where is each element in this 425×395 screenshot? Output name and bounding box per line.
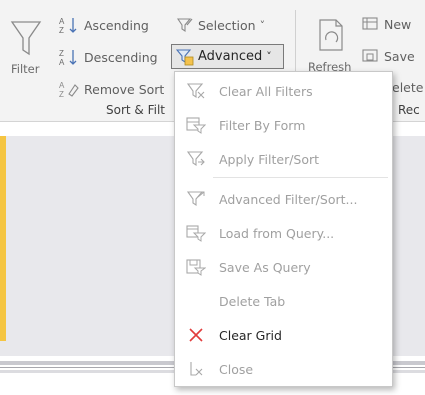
refresh-icon — [319, 19, 343, 51]
refresh-button[interactable]: Refresh — [306, 16, 354, 78]
advanced-button[interactable]: Advanced ˅ — [171, 44, 284, 69]
save-label: Save — [384, 48, 415, 64]
svg-text:Z: Z — [59, 90, 64, 98]
menu-item-label: Close — [219, 361, 254, 377]
new-record-button[interactable]: New — [362, 16, 411, 32]
menu-item-label: Load from Query... — [219, 225, 335, 241]
svg-text:Z: Z — [59, 49, 64, 58]
chevron-down-icon: ˅ — [266, 50, 272, 63]
sort-descending-icon: Z A — [59, 49, 77, 66]
new-record-icon — [362, 17, 378, 30]
filter-by-form-icon — [186, 117, 206, 134]
sort-ascending-icon: A Z — [59, 17, 77, 34]
svg-text:Z: Z — [59, 26, 64, 34]
selection-button[interactable]: Selection ˅ — [176, 16, 265, 34]
menu-separator — [213, 177, 388, 178]
menu-item-label: Delete Tab — [219, 293, 286, 309]
descending-button[interactable]: Z A Descending — [58, 48, 158, 66]
menu-item-label: Apply Filter/Sort — [219, 151, 320, 167]
load-query-icon — [186, 225, 206, 242]
descending-label: Descending — [84, 49, 158, 65]
filter-label: Filter — [11, 62, 40, 76]
menu-item-load-from-query[interactable]: Load from Query... — [175, 218, 392, 248]
filter-button[interactable]: Filter — [8, 18, 44, 88]
advanced-dropdown-menu: Clear All Filters Filter By Form Apply F… — [174, 71, 393, 387]
menu-item-filter-by-form[interactable]: Filter By Form — [175, 110, 392, 140]
save-record-button[interactable]: Save — [362, 48, 415, 64]
selection-label: Selection — [198, 17, 256, 33]
menu-item-close[interactable]: Close — [175, 354, 392, 384]
clear-filters-icon — [186, 83, 205, 99]
svg-text:A: A — [59, 81, 65, 90]
menu-item-save-as-query[interactable]: Save As Query — [175, 252, 392, 282]
apply-filter-icon — [186, 151, 205, 167]
new-label: New — [384, 16, 412, 32]
save-record-icon — [362, 49, 378, 62]
group-label-records: Rec — [398, 103, 420, 117]
selection-filter-icon — [176, 18, 193, 33]
menu-item-label: Filter By Form — [219, 117, 306, 133]
save-query-icon — [186, 259, 206, 276]
delete-label: elete — [392, 80, 424, 95]
svg-text:A: A — [59, 58, 65, 66]
menu-item-label: Advanced Filter/Sort... — [219, 191, 358, 207]
advanced-label: Advanced — [198, 49, 263, 64]
delete-record-button[interactable]: elete — [392, 80, 423, 95]
remove-sort-icon: A Z — [59, 81, 79, 98]
funnel-icon — [10, 21, 42, 56]
remove-sort-button[interactable]: A Z Remove Sort — [58, 80, 164, 98]
chevron-down-icon: ˅ — [259, 18, 266, 32]
red-x-icon — [189, 328, 203, 342]
menu-item-label: Clear All Filters — [219, 83, 313, 99]
menu-item-apply-filter-sort[interactable]: Apply Filter/Sort — [175, 144, 392, 174]
group-label-sort-filter: Sort & Filt — [106, 103, 165, 117]
menu-item-label: Save As Query — [219, 259, 311, 275]
advanced-filter-icon — [176, 48, 194, 65]
remove-sort-label: Remove Sort — [84, 81, 165, 97]
menu-item-advanced-filter-sort[interactable]: Advanced Filter/Sort... — [175, 184, 392, 214]
menu-item-label: Clear Grid — [219, 327, 282, 343]
svg-text:A: A — [59, 17, 65, 26]
table-accent-bar — [0, 136, 6, 341]
advanced-filter-icon — [186, 191, 205, 207]
menu-item-clear-all-filters[interactable]: Clear All Filters — [175, 76, 392, 106]
menu-item-clear-grid[interactable]: Clear Grid — [175, 320, 392, 350]
menu-item-delete-tab[interactable]: Delete Tab — [175, 286, 392, 316]
close-icon — [190, 362, 203, 376]
ascending-label: Ascending — [84, 17, 149, 33]
ascending-button[interactable]: A Z Ascending — [58, 16, 149, 34]
